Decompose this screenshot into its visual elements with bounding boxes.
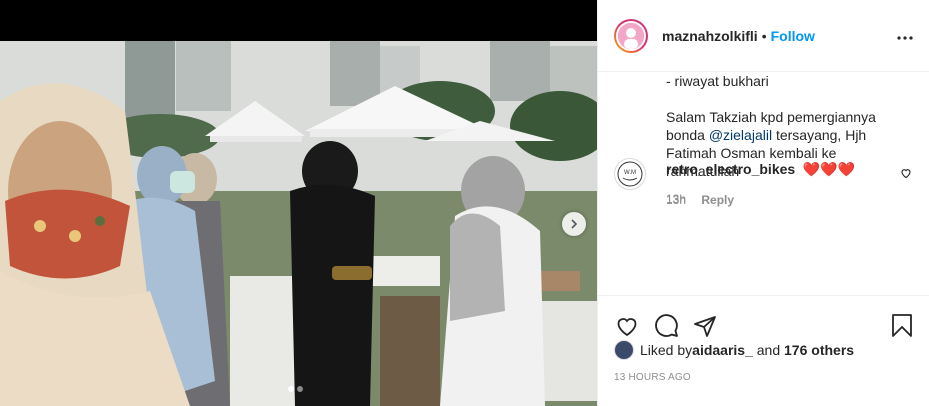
liker-avatar[interactable] [614,340,634,360]
more-options-button[interactable] [897,27,913,45]
author-username[interactable]: maznahzolkifli [662,28,758,44]
comment-like-button[interactable] [900,166,912,184]
author-avatar[interactable] [614,18,648,53]
comment-bubble-icon [655,314,678,337]
comment-username[interactable]: retro_electro_bikes [666,161,795,177]
likes-others-link[interactable]: 176 others [784,342,854,358]
like-button[interactable] [614,314,640,338]
avatar-image [618,22,644,49]
comment-button[interactable] [654,313,679,338]
post-media[interactable] [0,0,597,406]
comment-timestamp[interactable]: 13h [666,193,686,207]
bookmark-icon [892,314,912,337]
carousel-indicator [288,386,303,392]
post-date[interactable]: 13 HOURS AGO [614,372,691,383]
svg-text:W.M: W.M [624,170,636,176]
carousel-dot-2 [297,386,303,392]
carousel-dot-1 [288,386,294,392]
carousel-next-button[interactable] [562,212,586,236]
commenter-avatar[interactable]: W.M [614,158,646,190]
heart-outline-icon [901,169,911,179]
likes-summary: Liked by aidaaris_ and 176 others [614,340,854,360]
comment-text: ❤️❤️❤️ [802,161,855,177]
comment-body: retro_electro_bikes ❤️❤️❤️ 13h Reply [666,161,896,207]
caption-mention-link[interactable]: @zielajalil [709,127,772,143]
header-separator: • [761,27,767,44]
post-photo[interactable] [0,41,597,406]
follow-button[interactable]: Follow [771,28,815,44]
share-button[interactable] [693,314,717,338]
cemetery-photo [0,41,597,406]
commenter-logo-icon: W.M [617,161,643,187]
likes-prefix: Liked by [640,342,693,358]
post-actions-bar [598,295,929,345]
heart-outline-icon [617,317,637,336]
liker-username[interactable]: aidaaris_ [692,342,753,358]
more-horizontal-icon [897,35,913,40]
likes-middle: and [752,342,785,358]
paper-plane-icon [694,315,716,337]
chevron-right-icon [571,219,578,229]
post-sidebar: maznahzolkifli • Follow - riwayat bukhar… [597,0,929,406]
comment-meta: 13h Reply [666,193,896,207]
reply-button[interactable]: Reply [701,193,734,207]
post-header: maznahzolkifli • Follow [598,0,929,72]
save-button[interactable] [891,313,913,338]
